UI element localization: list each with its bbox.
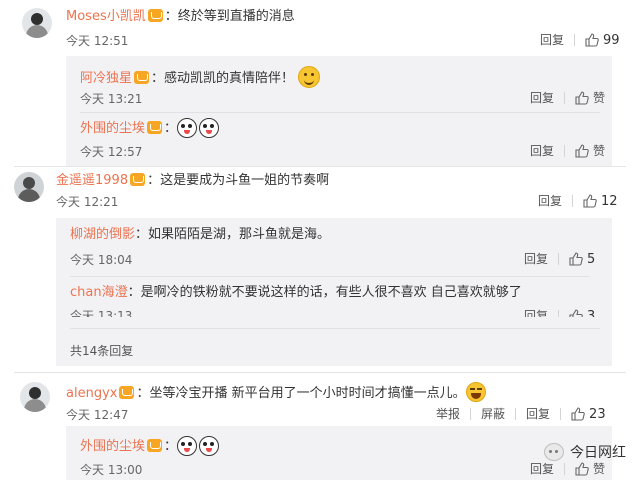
reply-time: 今天 13:00 (80, 463, 143, 477)
username-link[interactable]: 外围的尘埃 (80, 439, 145, 454)
reply-button[interactable]: 回复 (530, 90, 554, 106)
like-button[interactable]: 12 (583, 193, 618, 210)
thumbs-up-icon (583, 194, 597, 208)
like-label: 赞 (593, 462, 606, 476)
reply-text-line: 阿冷独星 ：感动凯凯的真情陪伴！ (80, 66, 321, 88)
report-button[interactable]: 举报 (436, 406, 460, 422)
reply-time: 今天 13:13 (70, 309, 133, 317)
like-label: 赞 (593, 91, 606, 105)
dog-emoji-icon (199, 118, 220, 138)
reply-button[interactable]: 回复 (530, 461, 554, 477)
username-link[interactable]: 金遥遥1998 (56, 173, 128, 188)
reply-time: 今天 18:04 (70, 253, 133, 267)
thumbs-up-icon (575, 462, 589, 476)
comment-text-line: 金遥遥1998 ：这是要成为斗鱼一姐的节奏啊 (56, 173, 330, 188)
reply-box: 阿冷独星 ：感动凯凯的真情陪伴！ 今天 13:21 回复赞 外围的尘埃： 今天 1… (66, 56, 612, 166)
vip-badge-icon (147, 9, 163, 22)
dog-emoji-icon (177, 436, 198, 456)
reply-time: 今天 13:21 (80, 92, 143, 106)
like-count: 5 (587, 252, 596, 267)
reply-actions: 回复 赞 (530, 461, 605, 477)
vip-badge-icon (147, 439, 163, 452)
reply-actions: 回复 赞 (530, 143, 605, 159)
like-count: 12 (601, 194, 618, 209)
reply-box: 外围的尘埃： 今天 13:00 回复 赞 (66, 426, 612, 480)
comment-actions: 回复 12 (538, 193, 618, 210)
comment-text-line: alengyx ：坐等冷宝开播 新平台用了一个小时时间才搞懂一点儿。 (66, 382, 486, 403)
comment-text: 这是要成为斗鱼一姐的节奏啊 (160, 173, 330, 188)
comment-text: 坐等冷宝开播 新平台用了一个小时时间才搞懂一点儿。 (149, 386, 466, 401)
vip-badge-icon (147, 121, 163, 134)
reply-text: 如果陌陌是湖，那斗鱼就是海。 (148, 227, 331, 242)
reply-text-line: 柳湖的倒影：如果陌陌是湖，那斗鱼就是海。 (70, 227, 331, 242)
dog-emoji-icon (199, 436, 220, 456)
reply-time: 今天 12:57 (80, 145, 143, 159)
block-button[interactable]: 屏蔽 (481, 406, 505, 422)
comment-time: 今天 12:47 (66, 408, 129, 422)
like-button[interactable]: 99 (585, 32, 620, 49)
username-link[interactable]: alengyx (66, 386, 117, 401)
comment-actions: 举报 屏蔽 回复 23 (436, 406, 606, 423)
reply-button[interactable]: 回复 (540, 32, 564, 48)
thumbs-up-icon (575, 91, 589, 105)
reply-button[interactable]: 回复 (530, 143, 554, 159)
thumbs-up-icon (569, 309, 583, 317)
username-link[interactable]: Moses小凯凯 (66, 9, 146, 24)
reply-text-line: chan海澄：是啊冷的铁粉就不要说这样的话，有些人很不喜欢 自己喜欢就够了 (70, 285, 522, 300)
avatar[interactable] (22, 8, 52, 38)
vip-badge-icon (130, 173, 146, 186)
smile-emoji-icon (298, 66, 321, 88)
watermark: 今日网红 (544, 442, 626, 462)
username-link[interactable]: 阿冷独星 (80, 71, 132, 86)
vip-badge-icon (119, 386, 135, 399)
like-count: 99 (603, 33, 620, 48)
reply-actions: 回复 3 (524, 308, 595, 317)
reply-text: 感动凯凯的真情陪伴！ (164, 71, 295, 86)
laugh-emoji-icon (465, 382, 486, 402)
like-button[interactable]: 23 (571, 406, 606, 423)
reply-text-line: 外围的尘埃： (80, 118, 221, 138)
reply-actions: 回复 5 (524, 251, 595, 268)
like-button[interactable]: 赞 (575, 90, 605, 106)
more-replies-link[interactable]: 共14条回复 (70, 342, 133, 359)
username-link[interactable]: 柳湖的倒影 (70, 227, 135, 242)
like-count: 23 (589, 407, 606, 422)
dog-emoji-icon (177, 118, 198, 138)
avatar[interactable] (14, 172, 44, 202)
reply-button[interactable]: 回复 (524, 251, 548, 267)
like-button[interactable]: 5 (569, 251, 595, 268)
comment-text-line: Moses小凯凯 ：终於等到直播的消息 (66, 9, 295, 24)
thumbs-up-icon (571, 407, 585, 421)
comment-text: 终於等到直播的消息 (177, 9, 295, 24)
reply-button[interactable]: 回复 (526, 406, 550, 422)
reply-text: 是啊冷的铁粉就不要说这样的话，有些人很不喜欢 自己喜欢就够了 (140, 285, 522, 300)
comment-time: 今天 12:51 (66, 34, 129, 48)
reply-button[interactable]: 回复 (524, 308, 548, 317)
username-link[interactable]: 外围的尘埃 (80, 121, 145, 136)
like-button[interactable]: 赞 (575, 461, 605, 477)
reply-button[interactable]: 回复 (538, 193, 562, 209)
comment-actions: 回复 99 (540, 32, 620, 49)
reply-box: 柳湖的倒影：如果陌陌是湖，那斗鱼就是海。 今天 18:04 回复 5 chan海澄… (56, 218, 612, 366)
vip-badge-icon (134, 71, 150, 84)
thumbs-up-icon (575, 144, 589, 158)
watermark-text: 今日网红 (570, 445, 626, 461)
thumbs-up-icon (569, 252, 583, 266)
like-count: 3 (587, 309, 596, 317)
reply-actions: 回复 赞 (530, 90, 605, 106)
like-label: 赞 (593, 144, 606, 158)
username-link[interactable]: chan海澄 (70, 285, 128, 300)
like-button[interactable]: 赞 (575, 143, 605, 159)
reply-text-line: 外围的尘埃： (80, 436, 221, 456)
thumbs-up-icon (585, 33, 599, 47)
wechat-icon (544, 443, 564, 461)
comment-time: 今天 12:21 (56, 195, 119, 209)
avatar[interactable] (20, 382, 50, 412)
like-button[interactable]: 3 (569, 308, 595, 317)
